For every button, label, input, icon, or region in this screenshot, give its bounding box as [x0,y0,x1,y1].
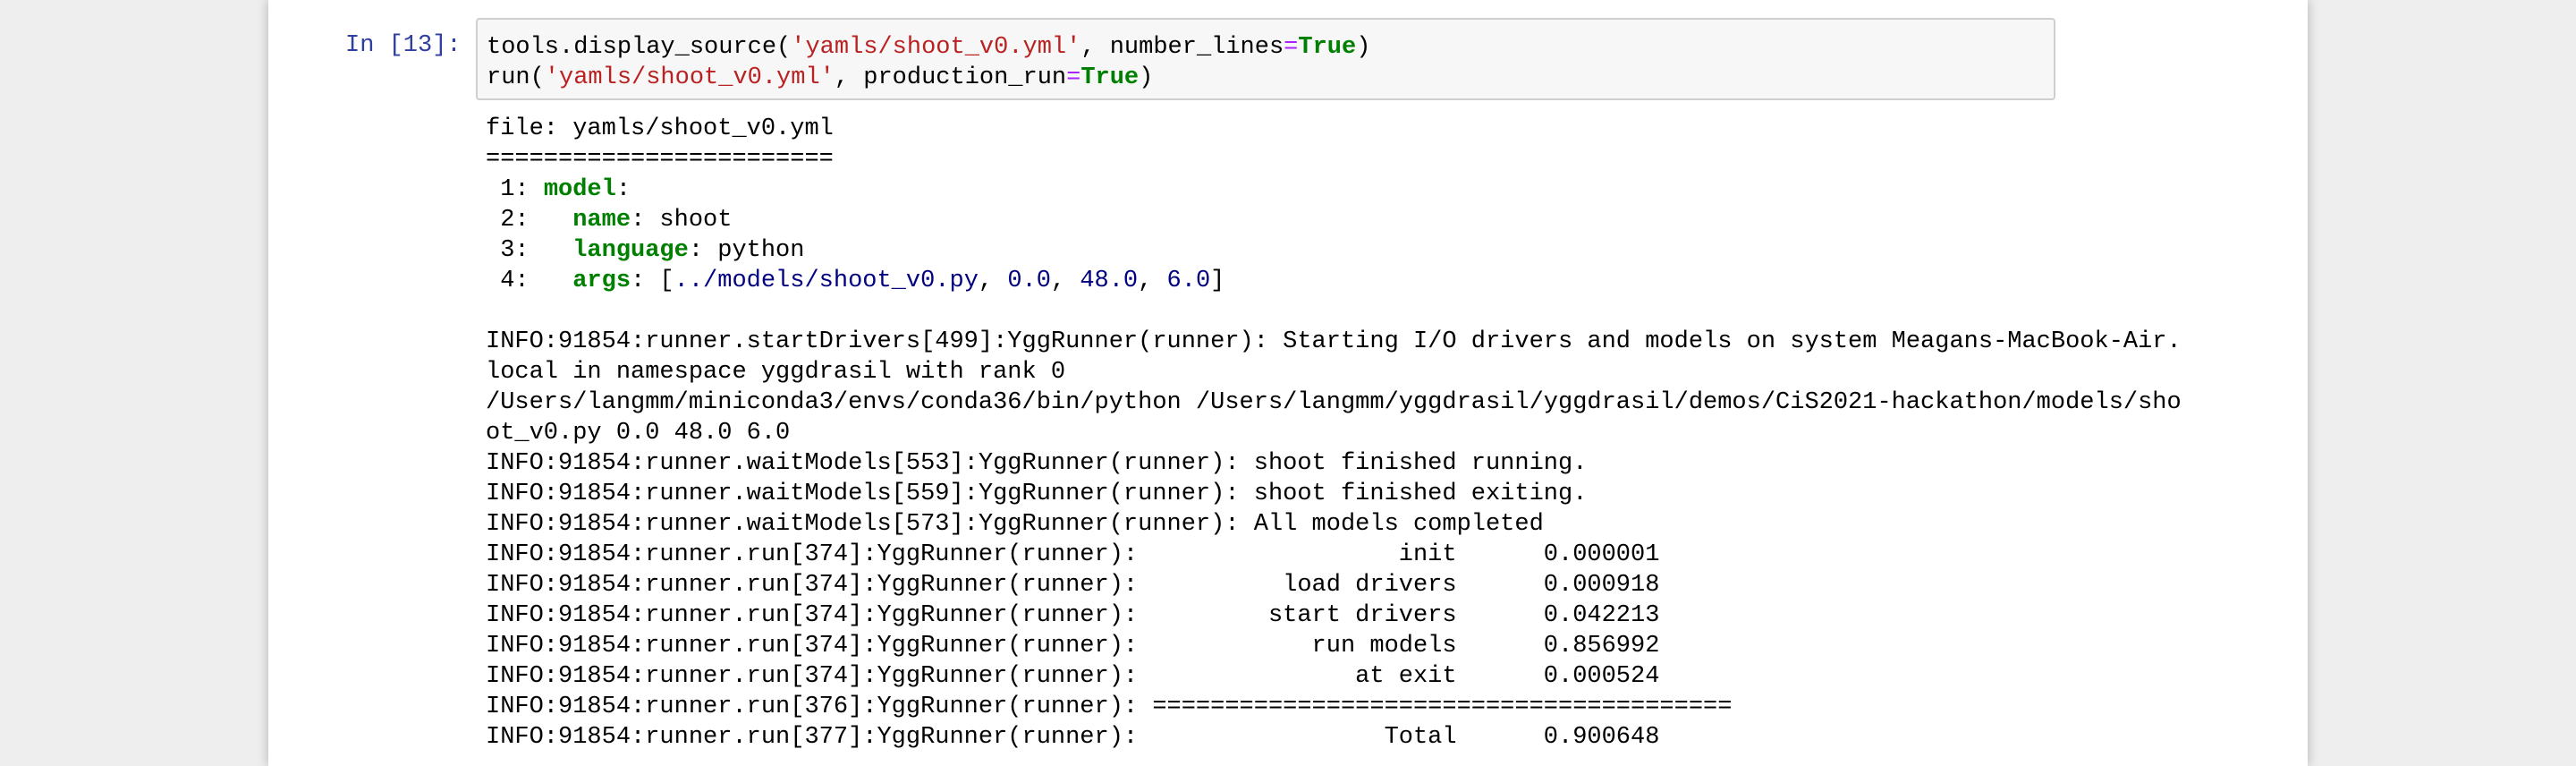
notebook-container: In [13]: tools.display_source('yamls/sho… [268,0,2308,766]
yaml-punct: , [978,268,1008,294]
yaml-line-number: 4: [486,268,573,294]
code-string: 'yamls/shoot_v0.yml' [791,34,1081,61]
log-line: INFO:91854:runner.waitModels[559]:YggRun… [486,481,1588,507]
code-token: ) [1139,64,1154,91]
code-token: tools.display_source( [487,34,792,61]
yaml-line-1: 1: model: [486,174,2182,205]
yaml-line-2: 2: name: shoot [486,205,2182,235]
yaml-key: args [572,268,631,294]
code-token: , number_lines [1080,34,1284,61]
yaml-arg-number: 6.0 [1166,268,1211,294]
yaml-value: : python [688,237,805,264]
code-operator: = [1284,34,1299,61]
log-line: INFO:91854:runner.startDrivers[499]:YggR… [486,328,2182,355]
log-line: ot_v0.py 0.0 48.0 6.0 [486,420,791,447]
output-spacer [486,296,2182,327]
yaml-line-number: 1: [486,176,544,203]
yaml-punct: , [1050,268,1080,294]
log-line: INFO:91854:runner.waitModels[573]:YggRun… [486,511,1544,538]
code-line-1[interactable]: tools.display_source('yamls/shoot_v0.yml… [487,32,2045,63]
log-line: /Users/langmm/miniconda3/envs/conda36/bi… [486,389,2182,416]
yaml-key: language [572,237,689,264]
yaml-punct: ] [1210,268,1225,294]
cell-output: file: yamls/shoot_v0.yml ===============… [486,114,2182,753]
code-line-2[interactable]: run('yamls/shoot_v0.yml', production_run… [487,63,2045,93]
log-line: INFO:91854:runner.run[374]:YggRunner(run… [486,541,1660,568]
code-token: ) [1356,34,1371,61]
output-separator: ======================== [486,146,834,173]
log-line: INFO:91854:runner.run[374]:YggRunner(run… [486,663,1660,690]
yaml-arg-path: ../models/shoot_v0.py [674,268,979,294]
code-token: run( [487,64,545,91]
yaml-line-number: 3: [486,237,573,264]
yaml-value: : [615,176,631,203]
yaml-line-number: 2: [486,207,573,234]
code-token: , production_run [834,64,1067,91]
log-line: INFO:91854:runner.run[374]:YggRunner(run… [486,602,1660,629]
yaml-arg-number: 0.0 [1007,268,1051,294]
yaml-key: name [572,207,631,234]
log-line: INFO:91854:runner.run[376]:YggRunner(run… [486,694,1733,720]
yaml-punct: , [1138,268,1167,294]
log-line: local in namespace yggdrasil with rank 0 [486,359,1066,386]
code-string: 'yamls/shoot_v0.yml' [544,64,835,91]
yaml-line-3: 3: language: python [486,235,2182,266]
yaml-arg-number: 48.0 [1080,268,1139,294]
log-line: INFO:91854:runner.run[374]:YggRunner(run… [486,633,1660,660]
yaml-line-4: 4: args: [../models/shoot_v0.py, 0.0, 48… [486,266,2182,296]
log-line: INFO:91854:runner.run[377]:YggRunner(run… [486,724,1660,751]
log-line: INFO:91854:runner.run[374]:YggRunner(run… [486,572,1660,599]
yaml-value: : shoot [631,207,733,234]
output-file-line: file: yamls/shoot_v0.yml [486,115,834,142]
code-keyword: True [1080,64,1140,91]
code-keyword: True [1298,34,1357,61]
yaml-key: model [543,176,616,203]
code-operator: = [1066,64,1081,91]
log-line: INFO:91854:runner.waitModels[553]:YggRun… [486,450,1588,477]
yaml-punct: : [ [631,268,674,294]
code-input-area[interactable]: tools.display_source('yamls/shoot_v0.yml… [476,18,2055,100]
cell-prompt: In [13]: [345,32,462,59]
